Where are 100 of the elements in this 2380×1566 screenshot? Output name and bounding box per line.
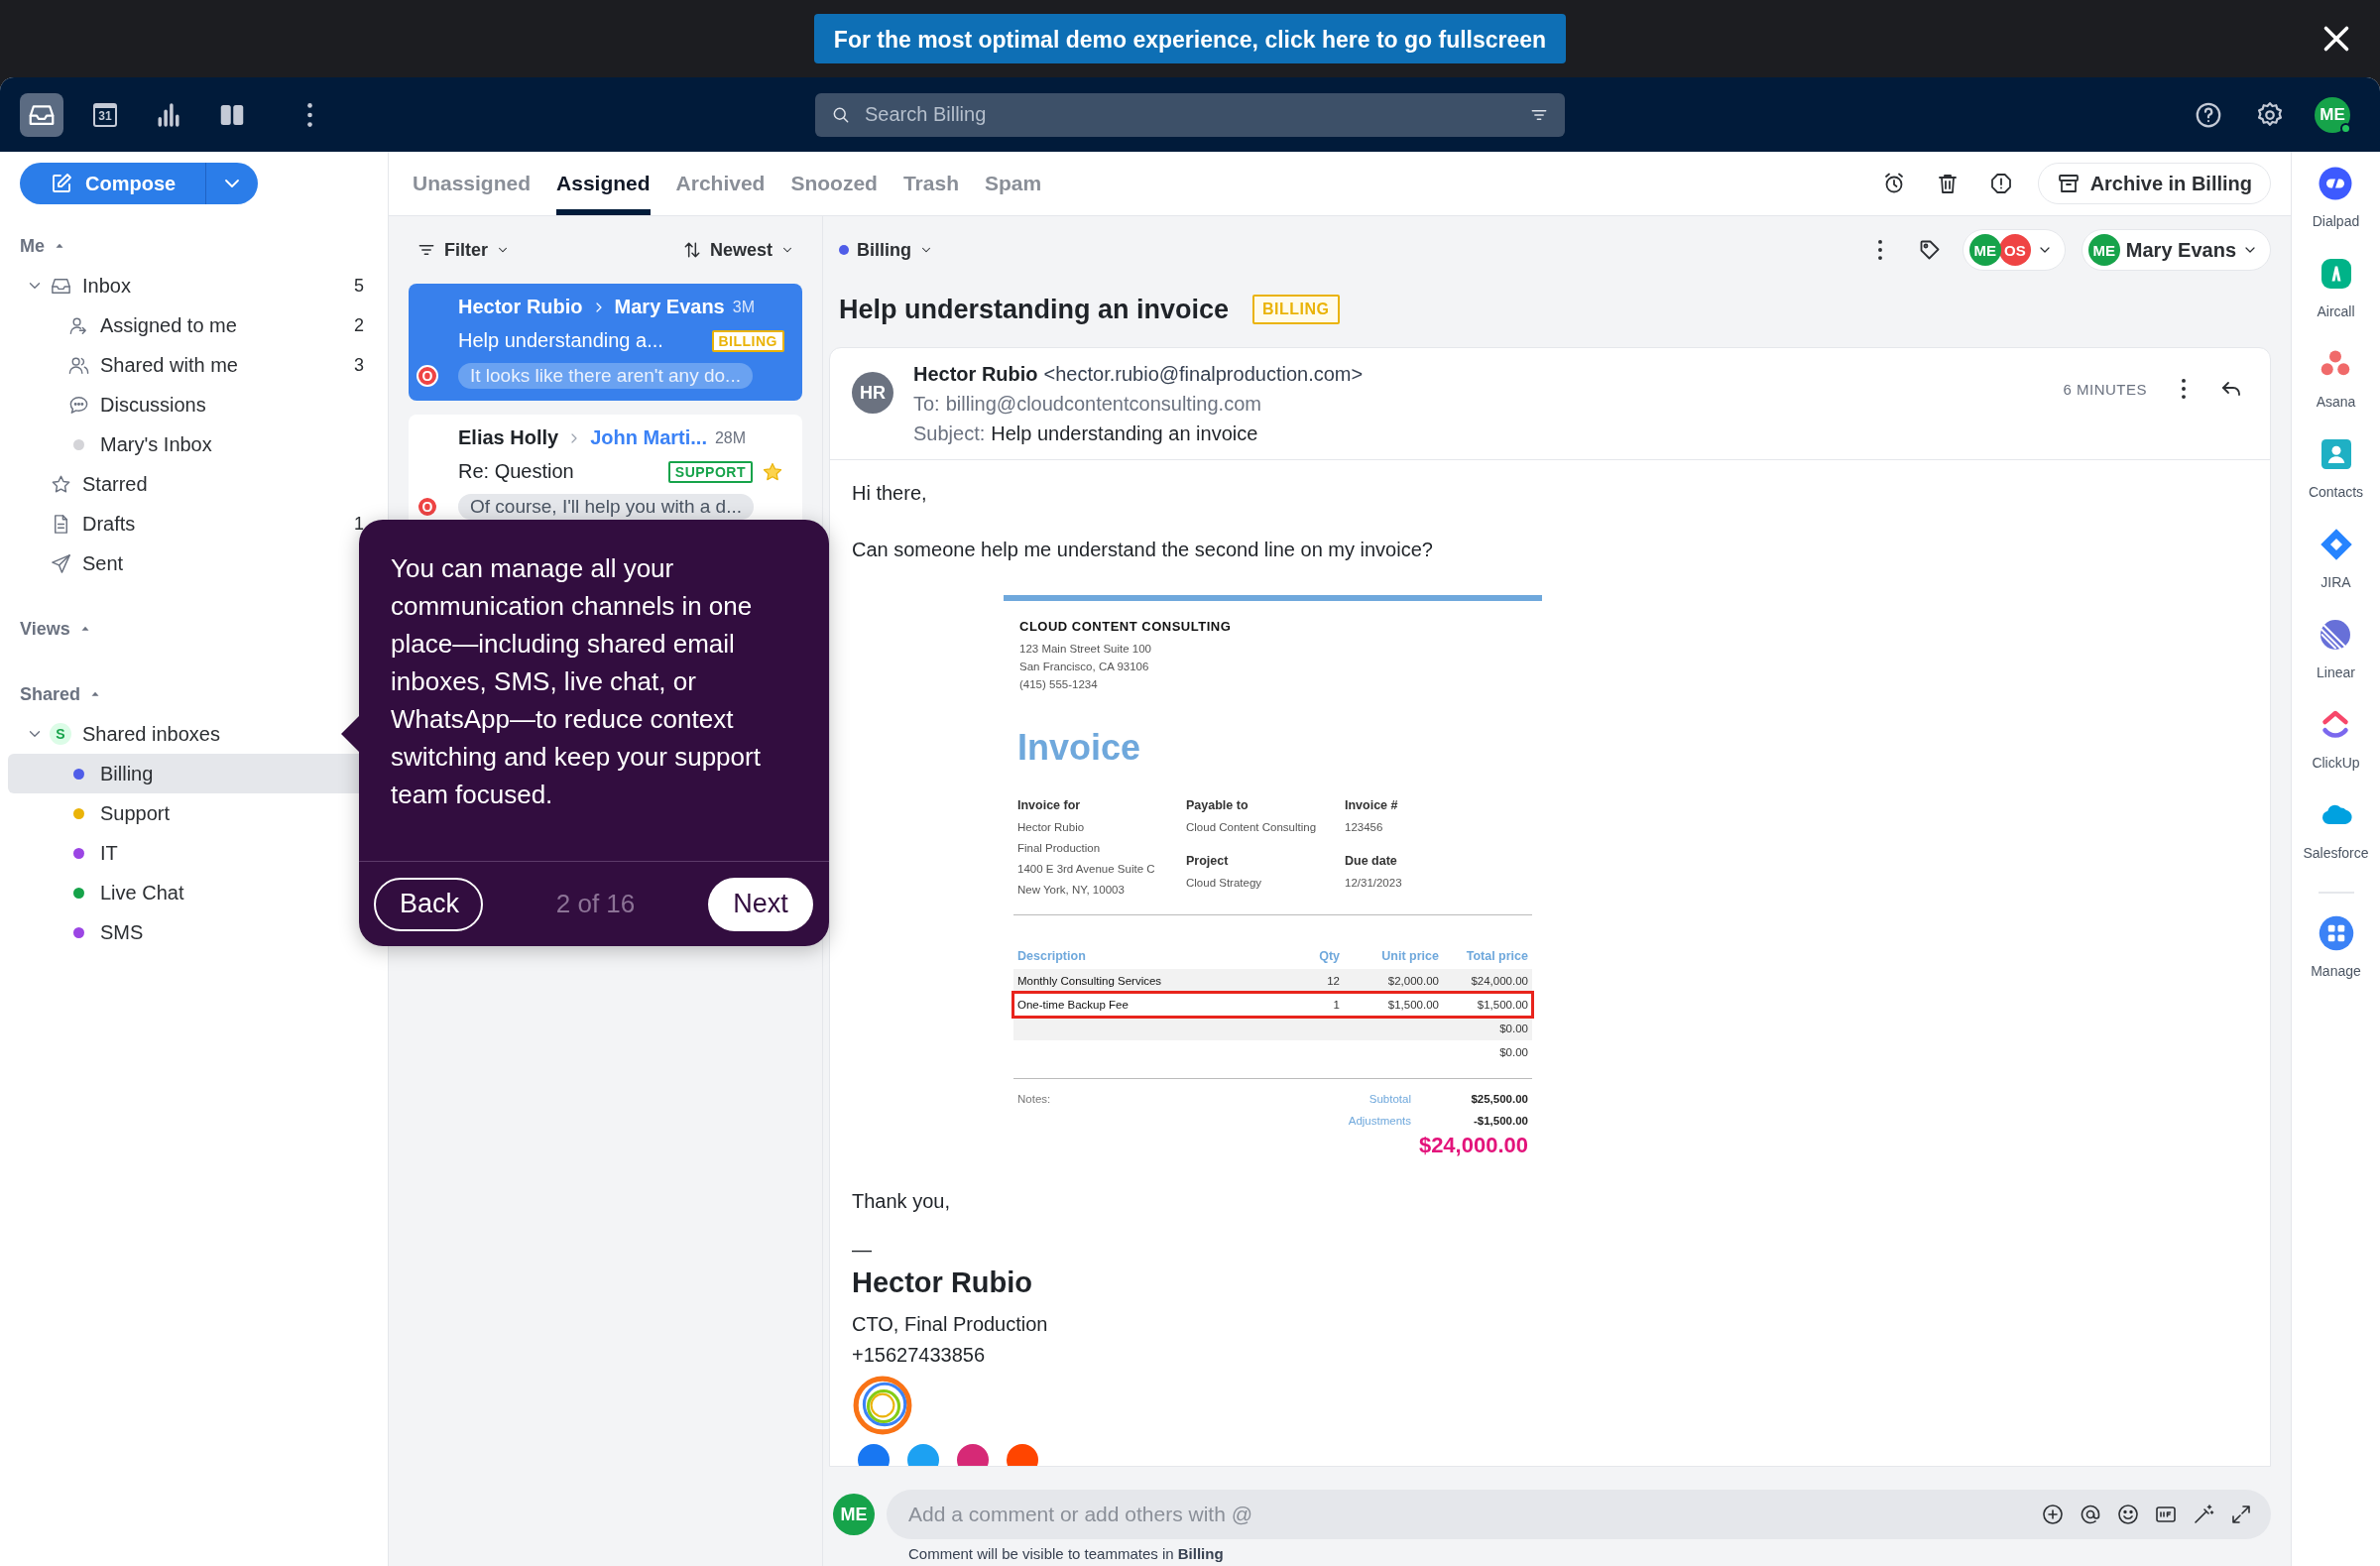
table-cell-text: $0.00 bbox=[1498, 1046, 1528, 1058]
conversation-title: Help understanding an invoice bbox=[839, 294, 1230, 325]
table-cell-text: $24,000.00 bbox=[1470, 975, 1528, 987]
item-label: Shared with me bbox=[100, 353, 238, 377]
app-button[interactable]: Manage bbox=[2311, 915, 2361, 1006]
column-header: Total price bbox=[1465, 949, 1528, 963]
app-button[interactable]: JIRA bbox=[2318, 527, 2354, 617]
calendar-button[interactable]: 31 bbox=[83, 92, 127, 137]
nav-button[interactable] bbox=[20, 92, 63, 137]
field-label: Due date bbox=[1345, 853, 1398, 868]
app-button[interactable]: Dialpad bbox=[2312, 166, 2360, 256]
summary-label: Subtotal bbox=[1368, 1093, 1411, 1105]
table-cell-text: $2,000.00 bbox=[1386, 975, 1439, 987]
field-label: Project bbox=[1186, 853, 1230, 868]
invoice-title: Invoice bbox=[1017, 727, 1142, 769]
column-header: Qty bbox=[1318, 949, 1340, 963]
sidebar-item[interactable]: Mary's Inbox bbox=[8, 424, 380, 464]
app-button[interactable]: Salesforce bbox=[2303, 797, 2369, 888]
back-button[interactable]: Back bbox=[374, 877, 483, 931]
app-button[interactable]: ClickUp bbox=[2312, 707, 2360, 797]
address-line: San Francisco, CA 93106 bbox=[1019, 660, 1150, 674]
sidebar-item[interactable]: IT bbox=[8, 833, 380, 873]
item-label: Discussions bbox=[100, 393, 206, 417]
item-label: Assigned to me bbox=[100, 313, 237, 337]
avatar: ME bbox=[1968, 234, 2001, 266]
participants-button[interactable]: ME OS bbox=[1962, 229, 2066, 271]
table-cell-text: 12 bbox=[1326, 975, 1340, 987]
app-button[interactable]: Linear bbox=[2317, 617, 2355, 707]
next-button[interactable]: Next bbox=[708, 877, 813, 931]
address-line: (415) 555-1234 bbox=[1019, 677, 1099, 692]
subject-line: Help understanding a... bbox=[458, 329, 664, 352]
sidebar-item[interactable]: Sent bbox=[8, 543, 380, 583]
field-value: Cloud Strategy bbox=[1186, 875, 1263, 891]
body-text: Thank you, bbox=[852, 1190, 951, 1213]
avatar: OS bbox=[1998, 234, 2031, 266]
time-label: 28M bbox=[714, 428, 747, 447]
search-field[interactable]: Search Billing bbox=[815, 92, 1565, 137]
sidebar-item[interactable]: Assigned to me 2 bbox=[8, 305, 380, 345]
emoji-icon[interactable] bbox=[2116, 1503, 2140, 1526]
item-count: 5 bbox=[354, 275, 365, 297]
filter-button[interactable]: Filter bbox=[416, 239, 510, 261]
field-label: Payable to bbox=[1186, 798, 1250, 812]
section-title[interactable]: Me bbox=[20, 235, 45, 257]
sidebar-item[interactable]: Shared with me 3 bbox=[8, 345, 380, 385]
item-label: Billing bbox=[100, 762, 154, 785]
inbox-tag: BILLING bbox=[1252, 295, 1340, 324]
item-label: Drafts bbox=[82, 512, 136, 536]
assignee-button[interactable]: ME Mary Evans bbox=[2081, 229, 2271, 271]
fullscreen-banner[interactable]: For the most optimal demo experience, click here to go fullscreen bbox=[813, 14, 1567, 63]
sort-button[interactable]: Newest bbox=[681, 239, 794, 261]
item-count: 2 bbox=[354, 314, 365, 336]
more-icon bbox=[2181, 378, 2187, 400]
avatar: ME bbox=[833, 1494, 875, 1535]
app-icon bbox=[2318, 166, 2354, 201]
table-cell-text: $0.00 bbox=[1498, 1023, 1528, 1034]
summary-value: $25,500.00 bbox=[1470, 1093, 1528, 1105]
time-label: 3M bbox=[732, 298, 755, 316]
app-button[interactable]: Contacts bbox=[2308, 436, 2364, 527]
conversation-card[interactable]: Hector Rubio Mary Evans 3M Help understanding a... BILLING O It looks like there aren't any do... bbox=[409, 284, 802, 401]
compose-button[interactable]: Compose bbox=[20, 163, 258, 204]
sidebar-item[interactable]: Support bbox=[8, 793, 380, 833]
total-amount: $24,000.00 bbox=[1418, 1133, 1528, 1158]
magic-wand-icon[interactable] bbox=[2192, 1503, 2215, 1526]
summary-value: -$1,500.00 bbox=[1473, 1115, 1528, 1127]
grid-icon bbox=[2318, 915, 2354, 951]
team-badge: S bbox=[50, 723, 71, 745]
mention-icon[interactable] bbox=[2079, 1503, 2102, 1526]
subject-line: Re: Question bbox=[458, 460, 575, 483]
field-value: Hector Rubio bbox=[1017, 820, 1086, 835]
app-button[interactable]: Aircall bbox=[2317, 256, 2355, 346]
inbox-selector[interactable]: Billing bbox=[839, 239, 933, 261]
status-dot bbox=[2340, 122, 2351, 134]
app-button[interactable]: Asana bbox=[2316, 346, 2356, 436]
body-text: Can someone help me understand the second line on my invoice? bbox=[852, 539, 1434, 561]
section-title[interactable]: Shared bbox=[20, 683, 81, 705]
phone-number: +15627433856 bbox=[852, 1343, 987, 1368]
table-cell-text: Monthly Consulting Services bbox=[1017, 975, 1163, 987]
alert-icon bbox=[1988, 172, 2013, 195]
more-icon bbox=[305, 101, 313, 128]
expand-icon[interactable] bbox=[2229, 1503, 2253, 1526]
sender-name: Hector Rubio bbox=[913, 362, 1038, 386]
company-name: CLOUD CONTENT CONSULTING bbox=[1019, 619, 1233, 634]
table-cell-text: 1 bbox=[1332, 999, 1340, 1011]
sidebar-item[interactable]: Drafts 1 bbox=[8, 504, 380, 543]
section-title[interactable]: Views bbox=[20, 618, 70, 640]
field-value: Cloud Content Consulting bbox=[1186, 820, 1318, 835]
inbox-tag: SUPPORT bbox=[667, 460, 753, 483]
sidebar-item[interactable]: Discussions bbox=[8, 385, 380, 424]
item-label: Sent bbox=[82, 551, 124, 575]
archive-icon bbox=[2056, 172, 2081, 195]
comment-note: Comment will be visible to teammates in Billing bbox=[907, 1544, 1225, 1562]
logo-icon bbox=[852, 1375, 913, 1436]
sidebar-item[interactable]: Starred bbox=[8, 464, 380, 504]
archive-button[interactable]: Archive in Billing bbox=[2037, 163, 2271, 204]
recipient-address: billing@cloudcontentconsulting.com bbox=[945, 392, 1261, 416]
comment-field[interactable]: Add a comment or add others with @ bbox=[887, 1490, 2271, 1539]
summary-label: Adjustments bbox=[1348, 1115, 1411, 1127]
sidebar-item[interactable]: Inbox 5 bbox=[8, 266, 380, 305]
sidebar-item[interactable]: S Shared inboxes bbox=[8, 714, 380, 754]
add-icon[interactable] bbox=[2041, 1503, 2065, 1526]
